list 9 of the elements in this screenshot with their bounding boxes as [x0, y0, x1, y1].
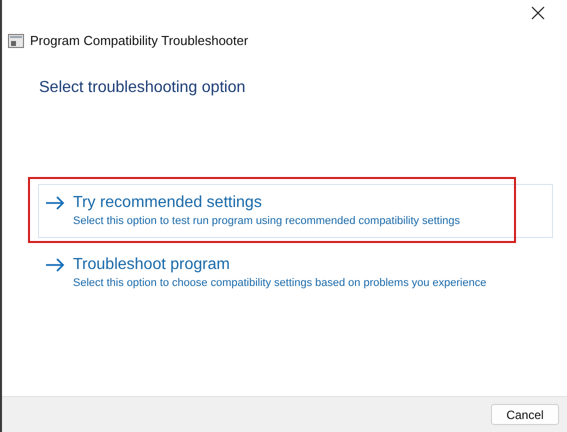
program-window-icon: [8, 33, 24, 49]
option-link[interactable]: Troubleshoot program Select this option to choose compatibility settings based on problems you experience: [38, 246, 553, 300]
arrow-icon: [45, 196, 65, 210]
window-title: Program Compatibility Troubleshooter: [30, 32, 248, 50]
arrow-icon: [45, 258, 65, 272]
cancel-button[interactable]: Cancel: [491, 404, 559, 425]
close-icon[interactable]: [531, 6, 545, 20]
option-link[interactable]: Try recommended settings Select this option to test run program using recommended compatibility settings: [38, 184, 553, 238]
page-heading: Select troubleshooting option: [39, 79, 246, 96]
